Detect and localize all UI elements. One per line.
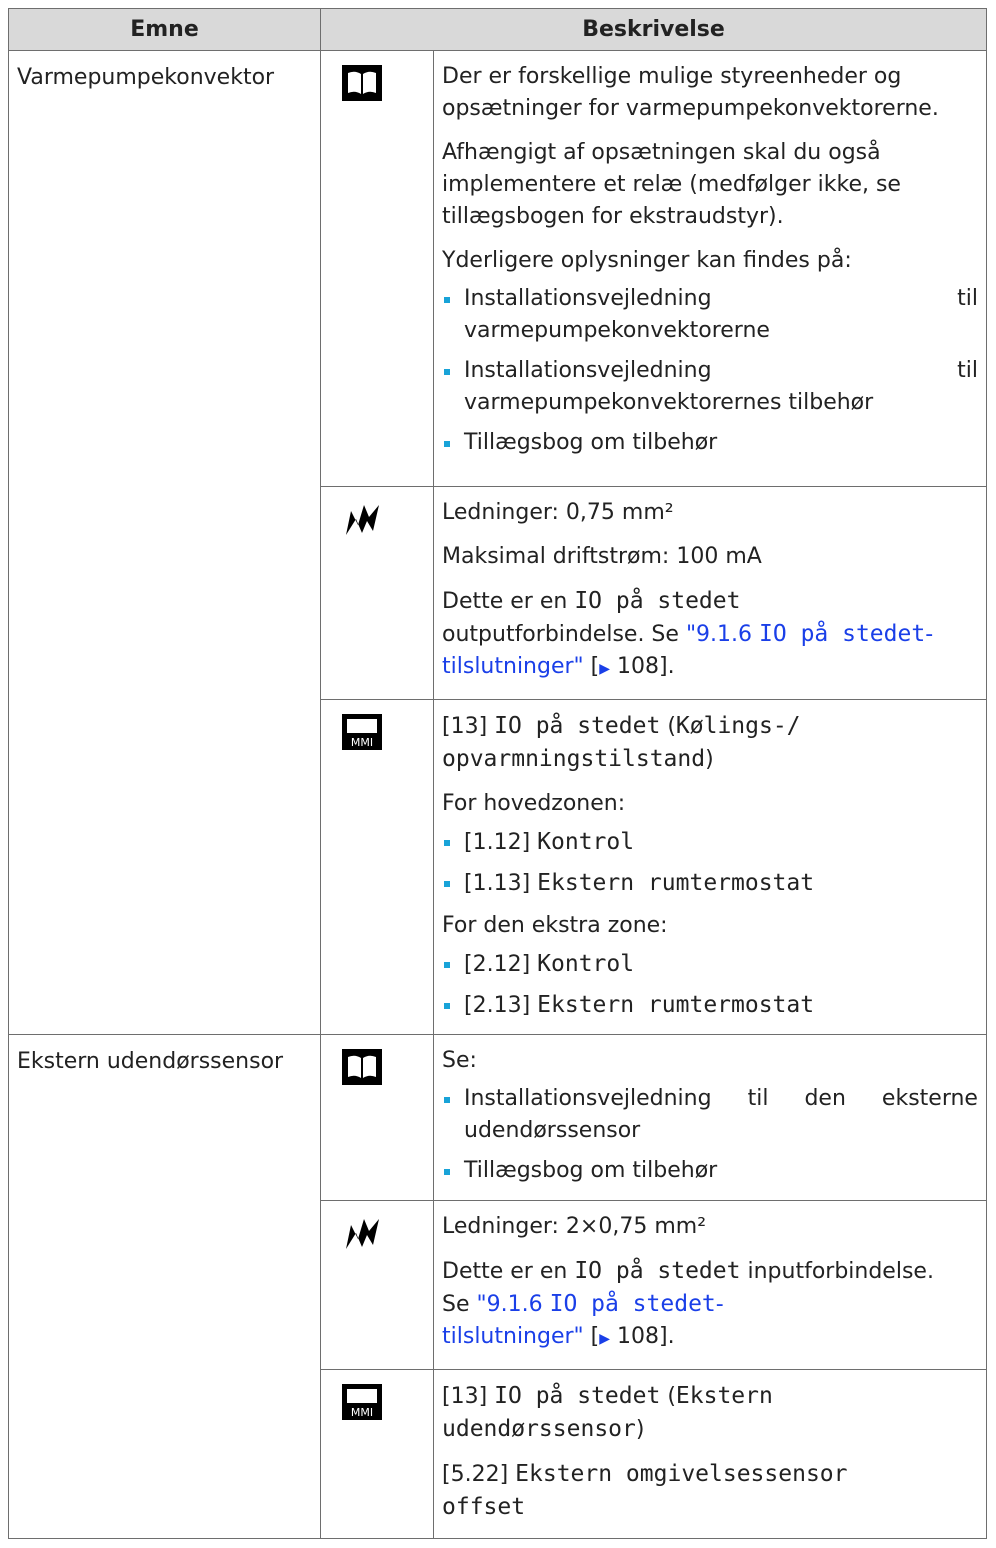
text-paragraph: Dette er en IO på stedet inputforbindels… [442,1258,934,1349]
page-arrow-icon[interactable]: ▶ [599,1331,610,1347]
topic-cell: Varmepumpekonvektor [8,50,321,1035]
info-table: Emne Beskrivelse Varmepumpekonvektor Der… [8,8,987,1539]
svg-text:MMI: MMI [351,1406,373,1419]
text-paragraph: For hovedzonen: [442,791,626,816]
list-item: Tillægsbog om tilbehør [442,425,978,465]
text-paragraph: [13] IO på stedet (Kølings-/opvarmningst… [442,713,801,772]
text-paragraph: For den ekstra zone: [442,913,668,938]
table-row: Ekstern udendørssensor Se: Installations… [8,1034,987,1539]
icon-cell [320,50,434,487]
topic-cell: Ekstern udendørssensor [8,1034,321,1539]
text-paragraph: Ledninger: 0,75 mm² [442,500,674,525]
table-header-row: Emne Beskrivelse [8,8,987,51]
description-cell: [13] IO på stedet (Ekstern udendørssensor… [433,1369,987,1539]
text-paragraph: Se: [442,1048,477,1073]
book-icon [342,65,382,101]
list-item: Tillægsbog om tilbehør [442,1153,978,1193]
list-text: til [957,358,978,383]
mmi-icon: MMI [342,714,382,750]
wiring-icon [342,1215,382,1251]
bullet-list: Installationsvejledning til den eksterne ud… [442,1081,978,1193]
text-paragraph: Ledninger: 2×0,75 mm² [442,1214,707,1239]
icon-cell [320,1200,434,1370]
list-item: [1.12] Kontrol [442,824,978,865]
text-paragraph: Yderligere oplysninger kan findes på: [442,248,852,273]
book-icon [342,1049,382,1085]
list-text: Tillægsbog om tilbehør [464,430,718,455]
text-paragraph: Dette er en IO på stedet outputforbindels… [442,588,934,679]
description-cell: [13] IO på stedet (Kølings-/opvarmningst… [433,699,987,1035]
icon-cell: MMI [320,699,434,1035]
page-arrow-icon[interactable]: ▶ [599,661,610,677]
bullet-list: [2.12] Kontrol [2.13] Ekstern rumtermost… [442,946,978,1028]
svg-text:MMI: MMI [351,736,373,749]
icon-cell: MMI [320,1369,434,1539]
list-item: Installationsvejledning til varmepumpekon… [442,281,978,353]
header-topic: Emne [8,8,321,51]
icon-cell [320,486,434,700]
description-cell: Ledninger: 2×0,75 mm² Dette er en IO på … [433,1200,987,1370]
text-paragraph: Maksimal driftstrøm: 100 mA [442,544,762,569]
list-item: [1.13] Ekstern rumtermostat [442,865,978,906]
text-paragraph: [13] IO på stedet (Ekstern udendørssensor… [442,1383,773,1442]
wiring-icon [342,501,382,537]
header-description: Beskrivelse [320,8,987,51]
bullet-list: Installationsvejledning til varmepumpekon… [442,281,978,465]
list-item: [2.12] Kontrol [442,946,978,987]
text-paragraph: [5.22] Ekstern omgivelsessensor offset [442,1461,848,1520]
list-text: til [957,286,978,311]
mmi-icon: MMI [342,1384,382,1420]
icon-cell [320,1034,434,1201]
description-cell: Se: Installationsvejledning til den ekstern… [433,1034,987,1201]
bullet-list: [1.12] Kontrol [1.13] Ekstern rumtermost… [442,824,978,906]
list-text: Installationsvejledning [464,286,712,311]
list-item: [2.13] Ekstern rumtermostat [442,987,978,1028]
list-text: varmepumpekonvektorernes tilbehør [464,390,874,415]
text-paragraph: Der er forskellige mulige styreenheder o… [442,64,939,121]
table-row: Varmepumpekonvektor Der er forskellige m… [8,50,987,1035]
list-text: Installationsvejledning [464,358,712,383]
description-cell: Der er forskellige mulige styreenheder o… [433,50,987,487]
text-paragraph: Afhængigt af opsætningen skal du også im… [442,140,901,229]
list-item: Installationsvejledning til varmepumpekon… [442,353,978,425]
description-cell: Ledninger: 0,75 mm² Maksimal driftstrøm:… [433,486,987,700]
list-text: varmepumpekonvektorerne [464,318,770,343]
list-item: Installationsvejledning til den eksterne ud… [442,1081,978,1153]
